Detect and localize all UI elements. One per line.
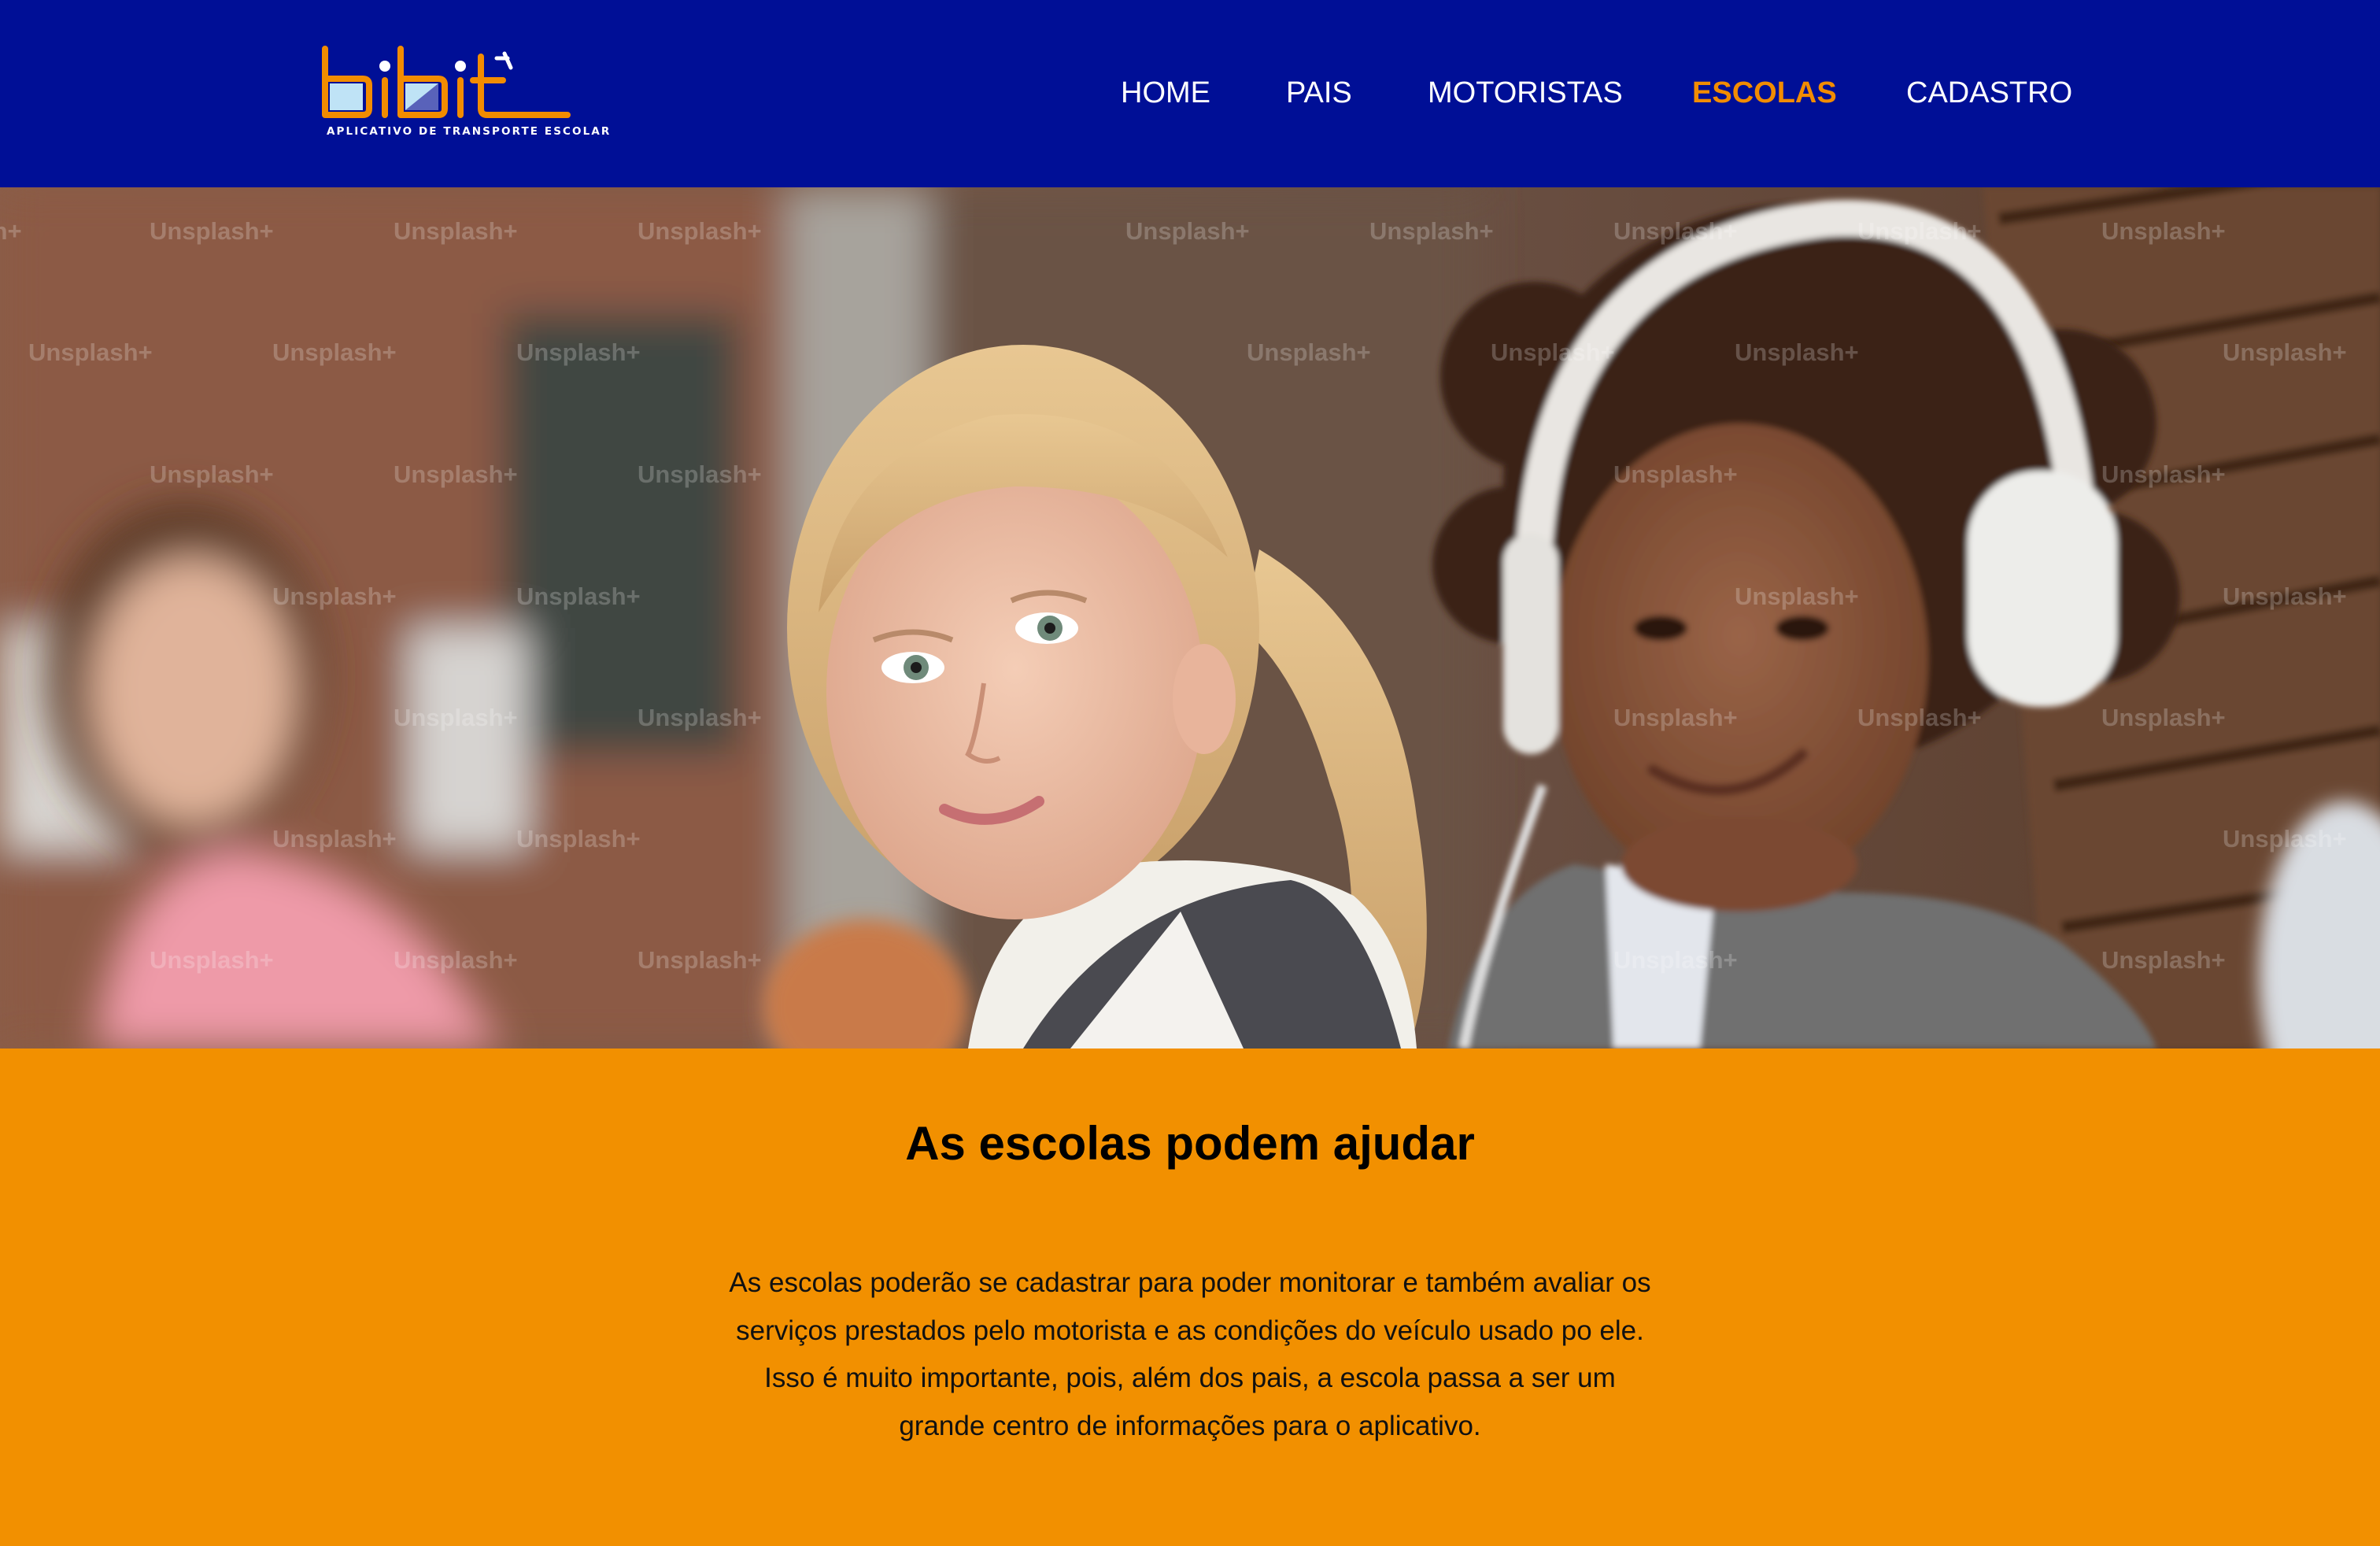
nav-item-cadastro[interactable]: CADASTRO — [1906, 72, 2072, 113]
page: APLICATIVO DE TRANSPORTE ESCOLAR HOME PA… — [0, 0, 2380, 1546]
paragraph-line: grande centro de informações para o apli… — [899, 1410, 1481, 1441]
paragraph-line: Isso é muito importante, pois, além dos … — [764, 1363, 1616, 1393]
nav-item-escolas[interactable]: ESCOLAS — [1692, 72, 1837, 113]
section-title: As escolas podem ajudar — [905, 1117, 1475, 1170]
schools-section: As escolas podem ajudar As escolas poder… — [0, 1049, 2380, 1546]
logo-tagline: APLICATIVO DE TRANSPORTE ESCOLAR — [327, 125, 612, 138]
site-header: APLICATIVO DE TRANSPORTE ESCOLAR HOME PA… — [0, 0, 2380, 187]
paragraph-line: serviços prestados pelo motorista e as c… — [736, 1315, 1644, 1346]
nav-item-pais[interactable]: PAIS — [1286, 72, 1352, 113]
hero-image: Unsplash+ Unsplash+ Unsplash+ Unsplash+ … — [0, 187, 2380, 1049]
paragraph-line: As escolas poderão se cadastrar para pod… — [729, 1267, 1651, 1298]
nav-item-motoristas[interactable]: MOTORISTAS — [1428, 72, 1623, 113]
nav-item-home[interactable]: HOME — [1121, 72, 1210, 113]
section-paragraph: As escolas poderão se cadastrar para pod… — [639, 1259, 1741, 1450]
hero-photo — [0, 187, 2380, 1049]
main-nav: HOME PAIS MOTORISTAS ESCOLAS CADASTRO — [0, 72, 2380, 113]
